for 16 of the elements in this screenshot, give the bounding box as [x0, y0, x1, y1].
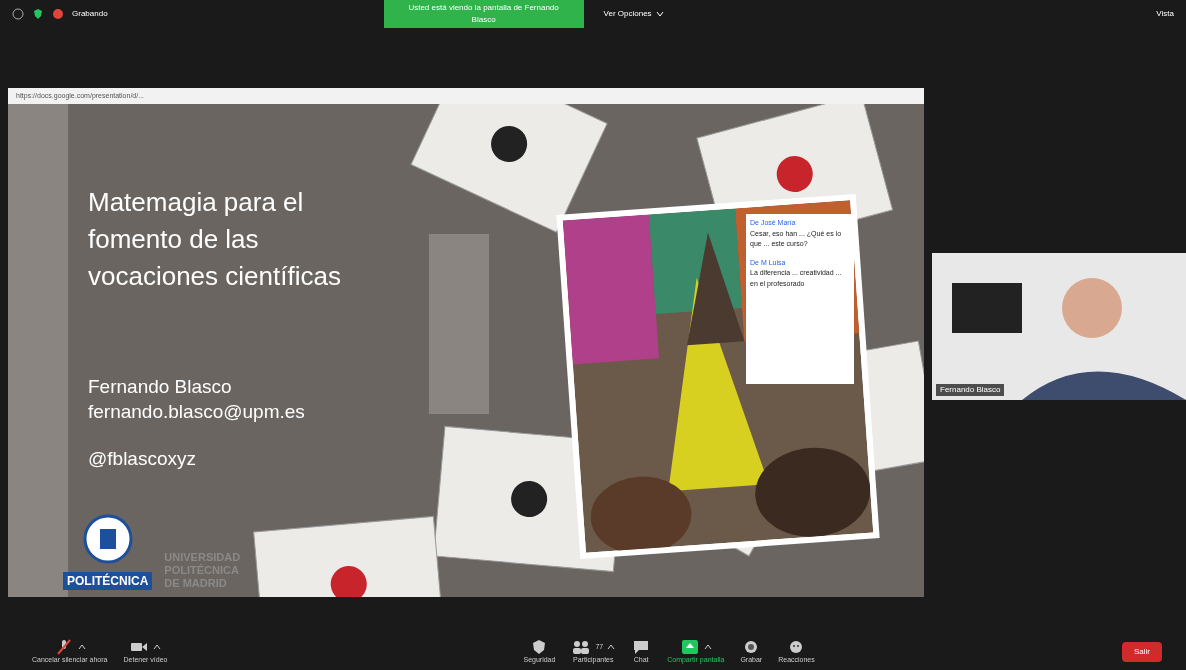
- participant-name: Fernando Blasco: [936, 384, 1005, 396]
- chevron-down-icon: [655, 10, 664, 18]
- sharing-banner: Usted está viendo la pantalla de Fernando Blasco: [383, 0, 584, 28]
- caret-icon: [703, 642, 712, 651]
- caret-icon: [77, 642, 86, 651]
- view-options-button[interactable]: Ver Opciones: [591, 8, 676, 20]
- share-screen-icon: [679, 638, 700, 655]
- record-icon: [52, 8, 64, 20]
- leave-button[interactable]: Salir: [1122, 642, 1162, 662]
- shield-icon: [32, 8, 44, 20]
- info-icon: [12, 8, 24, 20]
- caret-icon: [153, 642, 162, 651]
- recording-label: Grabando: [72, 8, 108, 20]
- people-icon: [571, 638, 592, 655]
- view-button[interactable]: Vista: [1156, 8, 1174, 20]
- caret-icon: [607, 642, 616, 651]
